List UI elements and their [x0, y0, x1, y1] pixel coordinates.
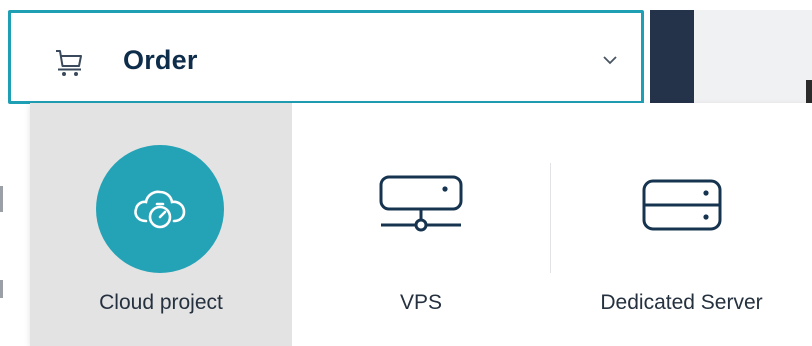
menu-item-cloud-project[interactable]: Cloud project: [30, 103, 292, 346]
order-dropdown-button[interactable]: Order: [8, 10, 644, 104]
vps-icon: [379, 175, 463, 232]
cloud-project-icon: [134, 190, 186, 229]
cart-icon: [55, 49, 83, 77]
menu-item-vps[interactable]: VPS: [292, 103, 550, 346]
navbar-dark-section: [650, 10, 694, 104]
navbar-right-section: [694, 10, 812, 104]
menu-item-dedicated-server[interactable]: Dedicated Server: [551, 103, 812, 346]
menu-item-label: VPS: [399, 291, 443, 314]
order-dropdown-menu: Cloud project VPS Dedicated Server: [30, 103, 812, 346]
cloud-project-icon-badge: [96, 145, 224, 273]
background-fragment: [0, 280, 3, 298]
dedicated-server-icon: [642, 179, 722, 231]
background-fragment: [806, 80, 812, 104]
menu-item-label: Dedicated Server: [600, 291, 763, 314]
background-fragment: [0, 186, 3, 212]
screen: Order Cloud project VPS Dedicated Server: [0, 0, 812, 346]
menu-item-label: Cloud project: [99, 291, 223, 314]
chevron-down-icon: [602, 53, 618, 65]
order-title: Order: [123, 45, 198, 75]
